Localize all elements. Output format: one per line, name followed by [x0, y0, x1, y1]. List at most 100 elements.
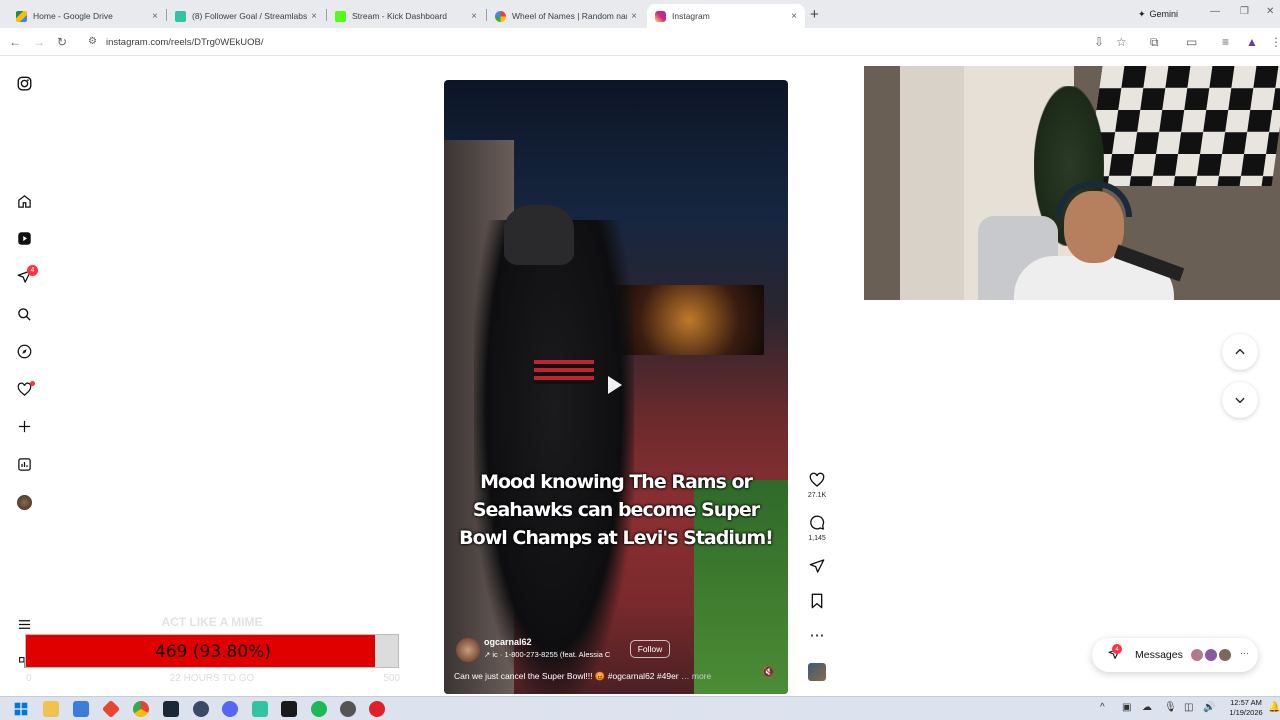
more-dots-icon: ⋯	[1240, 648, 1249, 658]
microsoft-store-icon[interactable]	[73, 701, 89, 717]
install-app-icon[interactable]: ⇩	[1094, 34, 1104, 50]
play-icon[interactable]	[608, 376, 622, 394]
microphone-icon[interactable]: 🎙	[1164, 702, 1177, 713]
reel-caption: Can we just cancel the Super Bowl!!! 😡 #…	[454, 671, 711, 682]
google-drive-icon	[16, 10, 27, 22]
kick-icon	[335, 10, 346, 22]
app-icon[interactable]	[101, 699, 121, 719]
reading-list-icon[interactable]: ≡	[1222, 34, 1229, 50]
streamlabs-icon[interactable]	[252, 701, 268, 717]
share-icon[interactable]	[804, 558, 830, 578]
goal-time-remaining: 22 HOURS TO GO	[169, 673, 255, 684]
extensions-icon[interactable]: ⧉	[1150, 34, 1159, 50]
audio-thumbnail[interactable]	[808, 663, 826, 681]
previous-reel-button[interactable]	[1222, 334, 1258, 370]
reel-author-avatar[interactable]	[456, 638, 480, 662]
streamlabs-icon	[175, 10, 186, 22]
reel-video[interactable]: Mood knowing The Rams or Seahawks can be…	[444, 80, 788, 694]
profile-icon[interactable]: ▲	[1246, 34, 1258, 50]
avatar	[1204, 648, 1218, 662]
goal-title: ACT LIKE A MIME	[161, 615, 263, 629]
browser-toolbar: ← → ↻ ⚙ instagram.com/reels/DTrg0WEkUOB/…	[0, 28, 1280, 56]
file-explorer-icon[interactable]	[43, 701, 59, 717]
close-icon[interactable]: ×	[152, 11, 158, 22]
tab-label: Wheel of Names | Random nam	[512, 11, 628, 21]
chrome-icon[interactable]	[133, 701, 149, 717]
reel-username[interactable]: ogcarnal62	[484, 637, 532, 647]
gemini-label: Gemini	[1149, 9, 1179, 19]
search-icon[interactable]	[14, 304, 34, 324]
profile-avatar[interactable]	[14, 492, 34, 512]
instagram-logo-icon[interactable]	[14, 73, 34, 93]
wifi-icon[interactable]: ◫	[1184, 702, 1193, 713]
maximize-icon[interactable]: ❐	[1240, 6, 1249, 17]
comment-icon[interactable]	[804, 515, 830, 535]
save-bookmark-icon[interactable]	[804, 593, 830, 613]
volume-icon[interactable]: 🔊	[1203, 702, 1215, 713]
clock-date: 1/19/2026	[1229, 708, 1263, 717]
tab-label: (8) Follower Goal / Streamlabs	[192, 11, 308, 21]
address-bar[interactable]: ⚙ instagram.com/reels/DTrg0WEkUOB/	[80, 31, 1140, 53]
windows-start-icon[interactable]	[13, 701, 29, 717]
close-icon[interactable]: ×	[791, 11, 797, 22]
reel-overlay-text: Mood knowing The Rams or Seahawks can be…	[459, 471, 774, 549]
goal-max: 500	[383, 673, 400, 684]
tab-search-icon[interactable]: ▭	[1186, 34, 1197, 50]
messages-button[interactable]: 4 Messages ⋯	[1092, 638, 1258, 672]
tray-app-icon[interactable]: ☁	[1142, 702, 1152, 713]
reels-icon[interactable]	[14, 228, 34, 248]
reel-audio-label[interactable]: ↗ ic · 1-800-273-8255 (feat. Alessia C	[484, 650, 614, 659]
app-icon[interactable]	[369, 701, 385, 717]
create-plus-icon[interactable]	[14, 416, 34, 436]
tab-google-drive[interactable]: Home - Google Drive ×	[8, 4, 166, 28]
tab-label: Stream - Kick Dashboard	[352, 11, 447, 21]
reload-icon[interactable]: ↻	[57, 34, 67, 50]
next-reel-button[interactable]	[1222, 382, 1258, 418]
mute-icon[interactable]: 🔇	[762, 667, 774, 678]
tab-wheel-of-names[interactable]: Wheel of Names | Random nam ×	[487, 4, 645, 28]
clock-time: 12:57 AM	[1230, 698, 1262, 707]
like-heart-icon[interactable]	[804, 472, 830, 492]
notification-bell-icon[interactable]: 🔔	[1268, 702, 1280, 713]
spotify-icon[interactable]	[311, 701, 327, 717]
dashboard-icon[interactable]	[14, 454, 34, 474]
tab-kick-dashboard[interactable]: Stream - Kick Dashboard ×	[327, 4, 485, 28]
tab-streamlabs[interactable]: (8) Follower Goal / Streamlabs ×	[167, 4, 325, 28]
minimize-icon[interactable]: —	[1210, 6, 1220, 17]
tray-chevron-icon[interactable]: ^	[1100, 702, 1105, 713]
site-info-icon[interactable]: ⚙	[88, 36, 97, 47]
messages-badge: 4	[27, 265, 38, 276]
bookmark-star-icon[interactable]: ☆	[1116, 34, 1127, 50]
tab-label: Home - Google Drive	[33, 11, 113, 21]
avatar	[1218, 648, 1232, 662]
close-icon[interactable]: ×	[311, 11, 317, 22]
close-icon[interactable]: ×	[471, 11, 477, 22]
obs-icon[interactable]	[193, 701, 209, 717]
goal-progress-text: 469 (93.80%)	[155, 642, 271, 662]
system-clock[interactable]: 12:57 AM 1/19/2026	[1226, 698, 1266, 718]
more-link[interactable]: … more	[681, 671, 711, 681]
close-icon[interactable]: ×	[631, 11, 637, 22]
app-icon[interactable]	[340, 701, 356, 717]
messages-badge: 4	[1112, 644, 1122, 654]
discord-icon[interactable]	[222, 701, 238, 717]
close-window-icon[interactable]: ✕	[1266, 6, 1274, 17]
menu-icon[interactable]: ⋮	[1270, 34, 1280, 50]
comment-count: 1,145	[808, 535, 826, 542]
tab-instagram[interactable]: Instagram ×	[647, 4, 805, 28]
steam-icon[interactable]	[163, 701, 179, 717]
explore-icon[interactable]	[14, 341, 34, 361]
url-text: instagram.com/reels/DTrg0WEkUOB/	[106, 36, 264, 48]
gemini-button[interactable]: ✦ Gemini	[1128, 5, 1188, 23]
more-options-icon[interactable]: ⋯	[804, 626, 830, 644]
messages-label: Messages	[1135, 649, 1183, 661]
avatar	[1190, 648, 1204, 662]
kick-icon[interactable]	[281, 701, 297, 717]
follow-button[interactable]: Follow	[630, 640, 670, 658]
back-icon[interactable]: ←	[9, 34, 21, 50]
like-count: 27.1K	[807, 492, 827, 499]
home-icon[interactable]	[14, 191, 34, 211]
new-tab-button[interactable]: +	[810, 6, 819, 23]
tray-app-icon[interactable]: ▣	[1122, 702, 1131, 713]
forward-icon[interactable]: →	[33, 34, 45, 50]
